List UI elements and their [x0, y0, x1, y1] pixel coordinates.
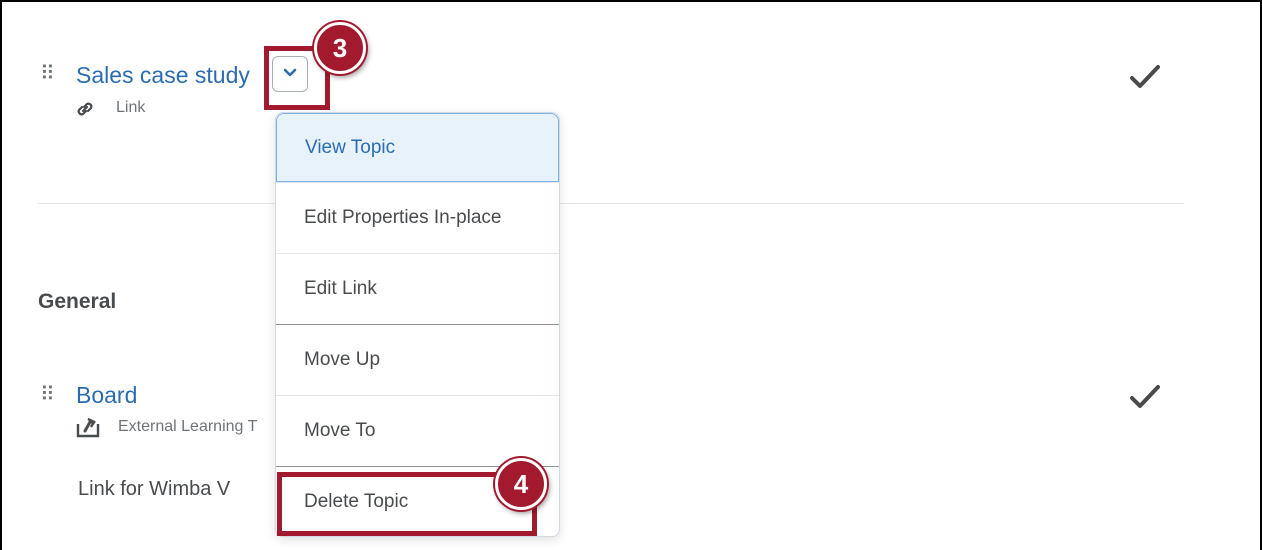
topic-type-label: External Learning T — [118, 418, 258, 435]
completed-check-icon — [1128, 382, 1162, 417]
section-divider — [38, 203, 1184, 204]
menu-item-view-topic[interactable]: View Topic — [276, 113, 559, 182]
topic-type-label: Link — [116, 99, 146, 116]
external-learning-tool-icon — [76, 416, 102, 443]
drag-handle-icon[interactable]: ⠿ — [40, 64, 55, 84]
topic-title-sales-case-study[interactable]: Sales case study — [76, 64, 250, 87]
menu-item-move-up[interactable]: Move Up — [276, 325, 559, 395]
step-4-badge: 4 — [495, 458, 547, 510]
menu-item-move-to[interactable]: Move To — [276, 396, 559, 466]
topic-title-board[interactable]: Board — [76, 384, 137, 407]
section-heading: General — [38, 290, 117, 313]
drag-handle-icon[interactable]: ⠿ — [40, 385, 55, 405]
menu-item-edit-link[interactable]: Edit Link — [276, 254, 559, 324]
link-icon — [74, 98, 96, 125]
menu-item-edit-properties-in-place[interactable]: Edit Properties In-place — [276, 183, 559, 253]
step-3-badge: 3 — [314, 22, 366, 74]
topic-description: Link for Wimba V — [78, 478, 231, 500]
completed-check-icon — [1128, 62, 1162, 97]
